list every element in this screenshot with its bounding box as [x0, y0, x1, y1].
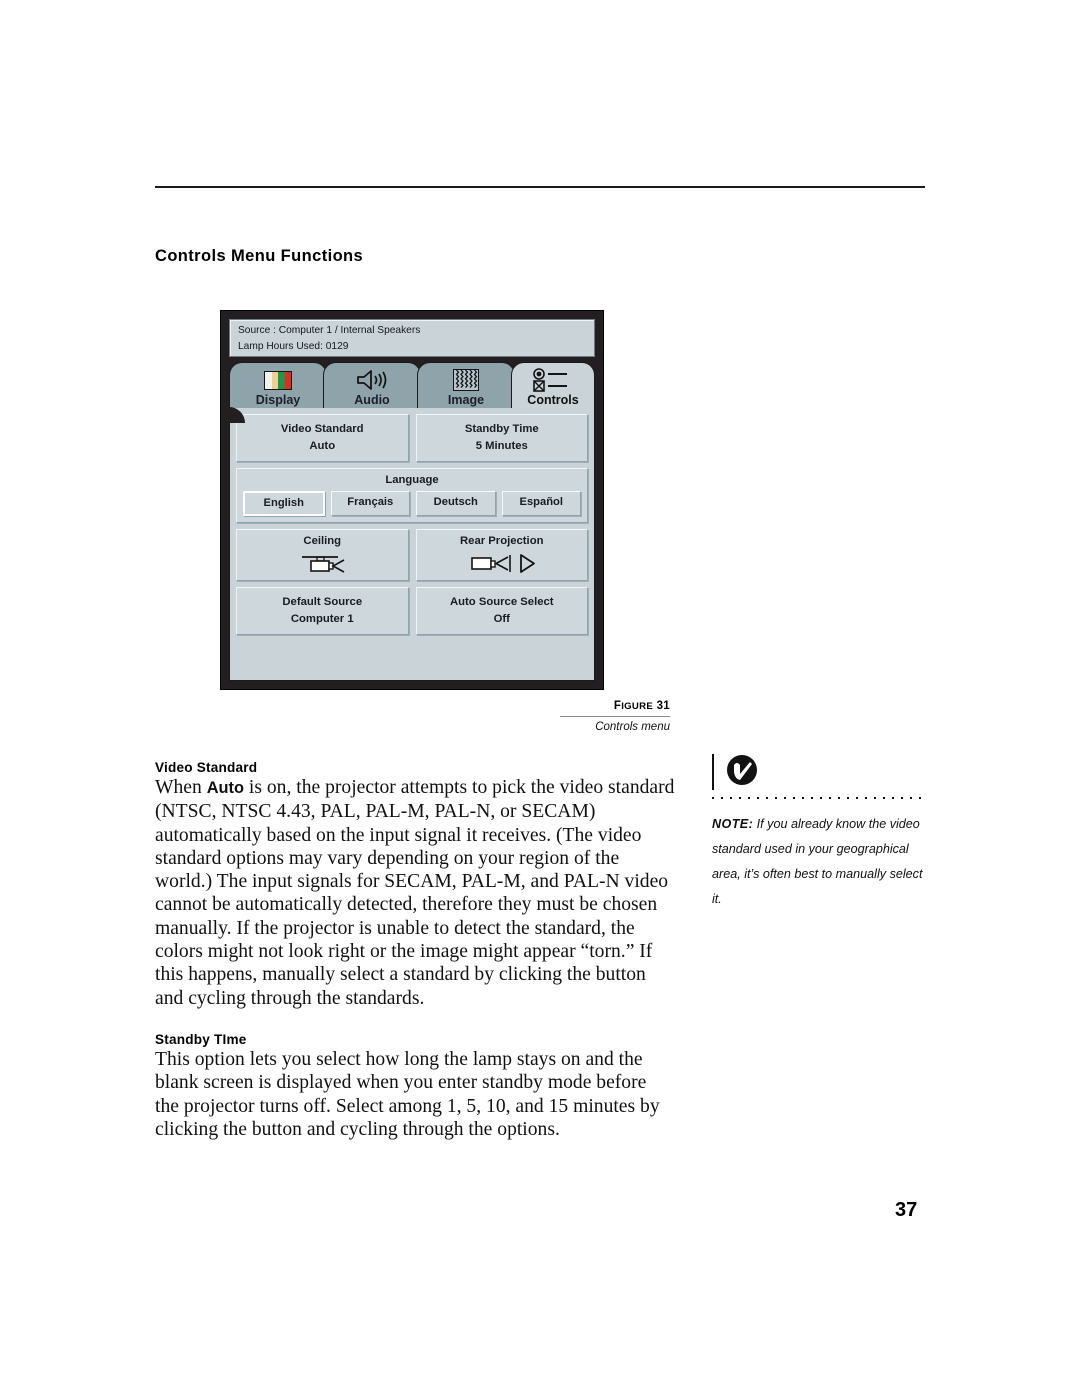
note-text: NOTE: If you already know the video stan… [712, 812, 927, 912]
ceiling-title: Ceiling [303, 535, 342, 547]
rear-projection-button[interactable]: Rear Projection [415, 529, 588, 581]
tab-audio[interactable]: Audio [323, 362, 421, 408]
osd-status-bar: Source : Computer 1 / Internal Speakers … [229, 319, 595, 357]
tab-controls[interactable]: Controls [511, 362, 595, 408]
color-bars-icon [264, 368, 292, 392]
status-source-line: Source : Computer 1 / Internal Speakers [238, 325, 421, 336]
paragraph-video-standard: When Auto is on, the projector attempts … [155, 776, 675, 1010]
osd-tab-strip: Display Audio Image Controls [229, 362, 595, 408]
radio-checkbox-icon [531, 368, 575, 392]
figure-number-value: 31 [656, 700, 670, 712]
tab-image-label: Image [447, 393, 485, 407]
note-dotted-rule [712, 797, 927, 799]
language-group: Language English Français Deutsch Españo… [236, 468, 588, 523]
default-source-button[interactable]: Default Source Computer 1 [236, 587, 409, 635]
vs-text-after: is on, the projector attempts to pick th… [155, 777, 675, 1009]
auto-source-select-value: Off [493, 612, 510, 625]
language-option-espanol[interactable]: Español [501, 491, 581, 516]
note-vertical-bar [712, 754, 714, 790]
zigzag-pattern-icon [453, 368, 479, 392]
note-icon-row [712, 752, 927, 792]
auto-source-select-title: Auto Source Select [449, 595, 554, 608]
osd-row-4: Default Source Computer 1 Auto Source Se… [236, 587, 588, 635]
heading-standby-time: Standby TIme [155, 1031, 247, 1047]
note-bolt-icon [725, 753, 759, 792]
default-source-value: Computer 1 [290, 612, 354, 625]
page-number: 37 [895, 1199, 918, 1221]
figure-number: FIGURE 31 [560, 700, 670, 712]
figure-label-rest: IGURE [621, 701, 654, 712]
note-label: NOTE: [712, 817, 754, 831]
rear-projection-title: Rear Projection [460, 535, 544, 547]
tab-display[interactable]: Display [229, 362, 327, 408]
tab-controls-label: Controls [527, 393, 579, 407]
video-standard-button[interactable]: Video Standard Auto [236, 414, 409, 462]
video-standard-title: Video Standard [280, 422, 364, 435]
vs-bold-auto: Auto [206, 779, 245, 797]
page-title: Controls Menu Functions [155, 247, 364, 265]
standby-time-button[interactable]: Standby Time 5 Minutes [415, 414, 588, 462]
language-group-title: Language [385, 474, 439, 486]
language-option-francais[interactable]: Français [330, 491, 410, 516]
standby-time-title: Standby Time [464, 422, 539, 435]
vs-text-before: When [155, 777, 207, 798]
rear-projection-icon [466, 552, 538, 574]
body-column: Video Standard When Auto is on, the proj… [155, 760, 675, 1141]
figure-rule [560, 716, 670, 717]
margin-note: NOTE: If you already know the video stan… [712, 752, 927, 912]
ceiling-button[interactable]: Ceiling [236, 529, 409, 581]
auto-source-select-button[interactable]: Auto Source Select Off [415, 587, 588, 635]
heading-video-standard: Video Standard [155, 760, 258, 775]
tab-image[interactable]: Image [417, 362, 515, 408]
default-source-title: Default Source [282, 595, 363, 608]
status-lamp-hours-line: Lamp Hours Used: 0129 [238, 341, 349, 352]
language-option-english[interactable]: English [243, 491, 325, 516]
osd-controls-panel: Video Standard Auto Standby Time 5 Minut… [229, 407, 595, 681]
language-option-deutsch[interactable]: Deutsch [416, 491, 496, 516]
standby-time-value: 5 Minutes [475, 439, 528, 452]
header-rule [155, 186, 925, 188]
osd-row-1: Video Standard Auto Standby Time 5 Minut… [236, 414, 588, 462]
paragraph-standby-time: This option lets you select how long the… [155, 1048, 660, 1140]
speaker-icon [355, 368, 389, 392]
tab-audio-label: Audio [354, 393, 390, 407]
osd-row-3: Ceiling Rear Projection [236, 529, 588, 581]
figure-caption-block: FIGURE 31 Controls menu [560, 700, 670, 733]
projector-osd-menu: Source : Computer 1 / Internal Speakers … [220, 310, 604, 690]
tab-display-label: Display [255, 393, 301, 407]
figure-caption-text: Controls menu [595, 721, 670, 733]
video-standard-value: Auto [309, 439, 336, 452]
ceiling-projector-icon [292, 552, 352, 574]
